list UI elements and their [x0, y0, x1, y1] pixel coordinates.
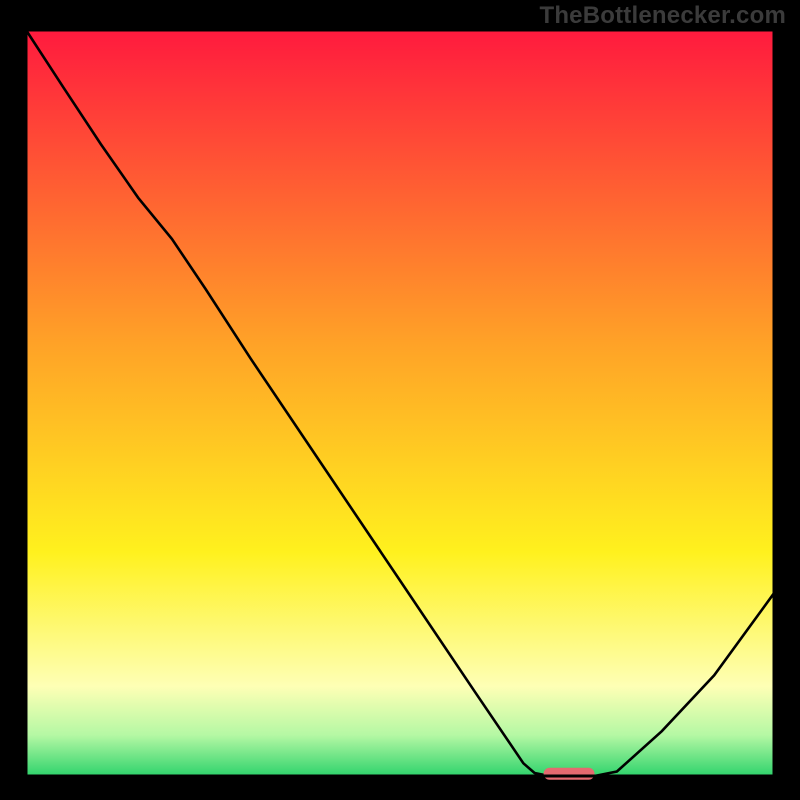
watermark-label: TheBottlenecker.com	[539, 2, 786, 30]
chart-frame: TheBottlenecker.com	[0, 0, 800, 800]
plot-background	[26, 30, 774, 776]
bottleneck-chart	[0, 0, 800, 800]
optimal-marker	[544, 768, 595, 780]
